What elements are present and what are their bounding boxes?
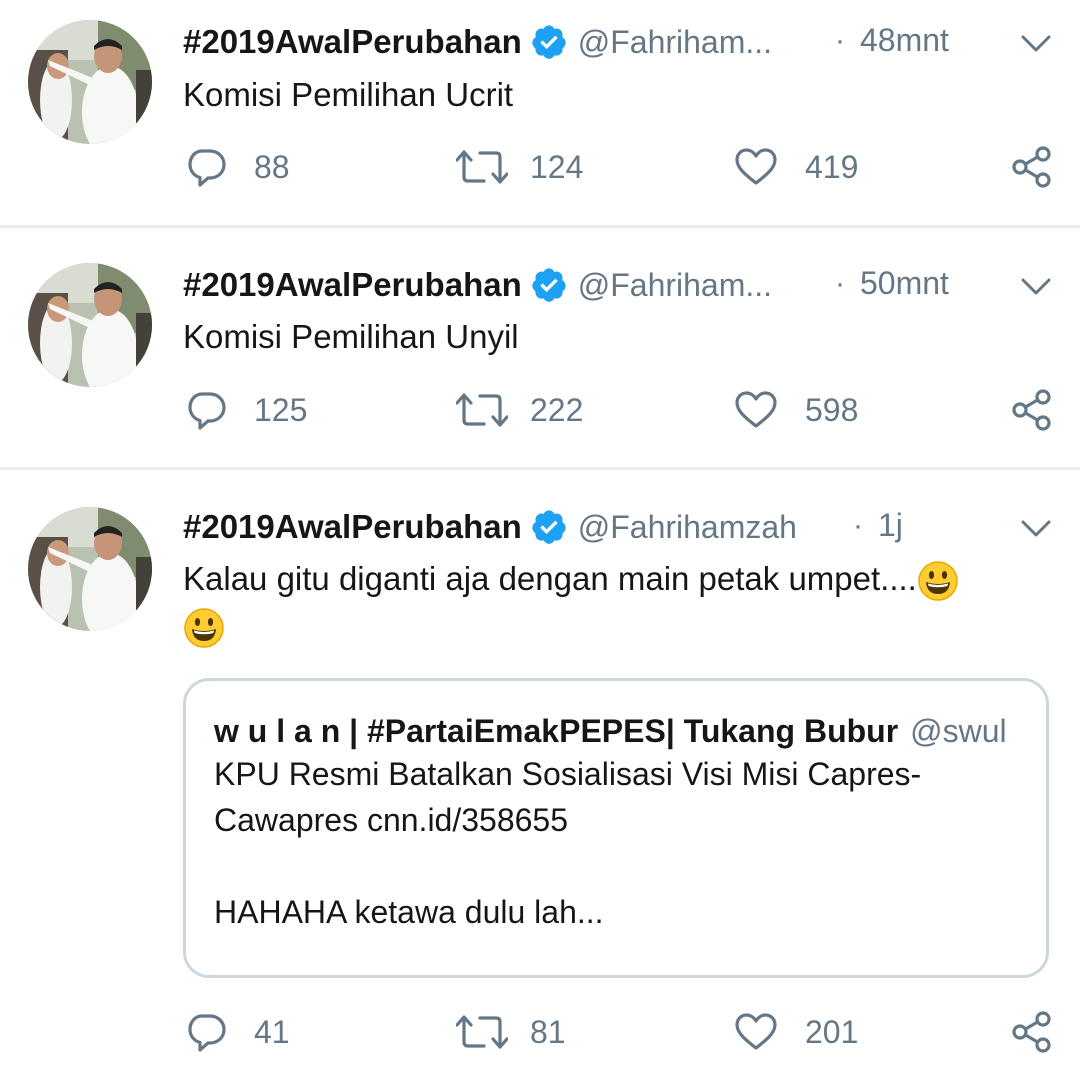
grinning-emoji-icon — [183, 607, 225, 649]
avatar[interactable] — [28, 507, 152, 631]
retweet-button[interactable] — [456, 145, 508, 189]
share-icon — [1010, 145, 1054, 189]
share-button[interactable] — [1010, 1010, 1054, 1054]
tweet-text: Kalau gitu diganti aja dengan main petak… — [183, 556, 1043, 649]
tweet-header: #2019AwalPerubahan @Fahrihamzah — [183, 505, 797, 549]
retweet-icon — [456, 1012, 508, 1052]
like-button[interactable] — [734, 145, 778, 189]
tweet-text: Komisi Pemilihan Ucrit — [183, 76, 514, 113]
share-icon — [1010, 388, 1054, 432]
reply-count: 41 — [254, 1014, 290, 1050]
display-name[interactable]: #2019AwalPerubahan — [183, 266, 522, 304]
tweet-text-body: Kalau gitu diganti aja dengan main petak… — [183, 560, 917, 597]
verified-badge-icon — [530, 266, 568, 304]
chevron-down-icon[interactable] — [1020, 34, 1052, 54]
handle[interactable]: @Fahriham... — [578, 24, 772, 61]
quoted-display-name: w u l a n | #PartaiEmakPEPES| Tukang Bub… — [214, 713, 899, 749]
action-bar: 88 124 419 — [0, 145, 1080, 189]
like-icon — [734, 1012, 778, 1052]
share-button[interactable] — [1010, 388, 1054, 432]
retweet-count: 124 — [530, 149, 584, 185]
timestamp[interactable]: 48mnt — [860, 22, 949, 59]
reply-button[interactable] — [184, 145, 228, 189]
like-count: 419 — [805, 149, 859, 185]
retweet-button[interactable] — [456, 1010, 508, 1054]
tweet[interactable]: #2019AwalPerubahan @Fahriham... · 50mnt … — [0, 228, 1080, 468]
tweet[interactable]: #2019AwalPerubahan @Fahriham... · 48mnt … — [0, 0, 1080, 226]
like-button[interactable] — [734, 388, 778, 432]
reply-button[interactable] — [184, 388, 228, 432]
separator-dot: · — [835, 267, 845, 300]
like-count: 598 — [805, 392, 859, 428]
like-icon — [734, 147, 778, 187]
reply-count: 125 — [254, 392, 308, 428]
display-name[interactable]: #2019AwalPerubahan — [183, 508, 522, 546]
retweet-icon — [456, 147, 508, 187]
retweet-count: 81 — [530, 1014, 566, 1050]
share-icon — [1010, 1010, 1054, 1054]
display-name[interactable]: #2019AwalPerubahan — [183, 23, 522, 61]
quoted-tweet[interactable]: w u l a n | #PartaiEmakPEPES| Tukang Bub… — [183, 678, 1049, 978]
action-bar: 41 81 201 — [0, 1010, 1080, 1054]
like-count: 201 — [805, 1014, 859, 1050]
grinning-emoji-icon — [917, 560, 959, 602]
quoted-tweet-header: w u l a n | #PartaiEmakPEPES| Tukang Bub… — [214, 713, 1007, 750]
reply-count: 88 — [254, 149, 290, 185]
quoted-tweet-text: KPU Resmi Batalkan Sosialisasi Visi Misi… — [214, 756, 922, 930]
verified-badge-icon — [530, 508, 568, 546]
reply-icon — [184, 388, 228, 432]
like-button[interactable] — [734, 1010, 778, 1054]
action-bar: 125 222 598 — [0, 388, 1080, 432]
timestamp[interactable]: 1j — [878, 507, 903, 544]
avatar[interactable] — [28, 263, 152, 387]
chevron-down-icon[interactable] — [1020, 277, 1052, 297]
separator-dot: · — [835, 24, 845, 57]
retweet-count: 222 — [530, 392, 584, 428]
retweet-icon — [456, 390, 508, 430]
reply-button[interactable] — [184, 1010, 228, 1054]
handle[interactable]: @Fahrihamzah — [578, 509, 797, 546]
share-button[interactable] — [1010, 145, 1054, 189]
handle[interactable]: @Fahriham... — [578, 267, 772, 304]
tweet-text: Komisi Pemilihan Unyil — [183, 318, 519, 355]
avatar[interactable] — [28, 20, 152, 144]
tweet-header: #2019AwalPerubahan @Fahriham... — [183, 20, 772, 64]
tweet-header: #2019AwalPerubahan @Fahriham... — [183, 263, 772, 307]
quoted-handle: @swul — [910, 713, 1007, 749]
timestamp[interactable]: 50mnt — [860, 265, 949, 302]
verified-badge-icon — [530, 23, 568, 61]
like-icon — [734, 390, 778, 430]
retweet-button[interactable] — [456, 388, 508, 432]
reply-icon — [184, 145, 228, 189]
chevron-down-icon[interactable] — [1020, 519, 1052, 539]
separator-dot: · — [853, 509, 863, 542]
reply-icon — [184, 1010, 228, 1054]
